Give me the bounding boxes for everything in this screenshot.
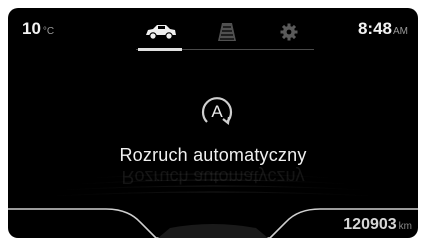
car-icon bbox=[146, 25, 176, 40]
clock: 8:48AM bbox=[358, 19, 408, 39]
gear-icon bbox=[280, 23, 298, 41]
tab-settings[interactable] bbox=[264, 16, 314, 48]
clock-time: 8:48 bbox=[357, 19, 392, 38]
odometer-unit: km bbox=[398, 221, 412, 232]
temperature-unit: °C bbox=[42, 26, 55, 37]
odometer: 120903 km bbox=[343, 216, 412, 234]
tab-car[interactable] bbox=[136, 16, 186, 48]
status-message: Rozruch automatyczny bbox=[119, 145, 307, 165]
top-tab-bar bbox=[136, 16, 314, 51]
auto-start-stop-icon: A bbox=[201, 97, 233, 126]
dashboard-screen: 10 °C 8:48AM A Rozruch automatyczny Rozr… bbox=[8, 8, 418, 238]
clock-period: AM bbox=[393, 26, 408, 37]
odometer-value: 120903 bbox=[343, 216, 397, 233]
auto-icon-letter: A bbox=[211, 102, 223, 121]
tab-lane[interactable] bbox=[202, 16, 252, 48]
outside-temperature: 10 °C bbox=[22, 19, 54, 39]
tab-active-indicator bbox=[138, 48, 182, 51]
status-message-reflection: Rozruch automatyczny bbox=[121, 167, 305, 187]
temperature-value: 10 bbox=[22, 19, 41, 38]
lane-road-icon bbox=[218, 23, 236, 41]
